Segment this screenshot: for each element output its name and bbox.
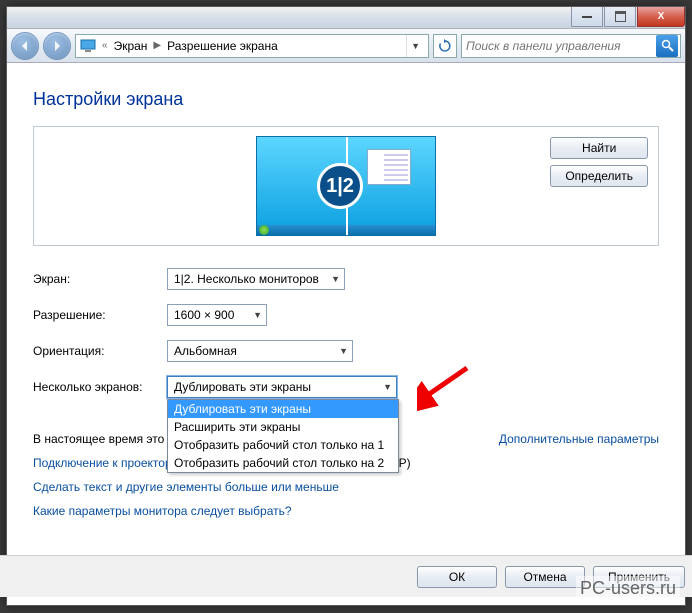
resolution-label: Разрешение: bbox=[33, 308, 167, 322]
chevron-icon: ▶ bbox=[151, 40, 163, 51]
monitor-number-badge: 1|2 bbox=[317, 163, 363, 209]
multiple-displays-value: Дублировать эти экраны bbox=[174, 380, 311, 394]
multiple-displays-combo[interactable]: Дублировать эти экраны ▼ Дублировать эти… bbox=[167, 376, 397, 398]
address-dropdown-icon[interactable]: ▼ bbox=[406, 35, 424, 57]
dropdown-option[interactable]: Отобразить рабочий стол только на 2 bbox=[168, 454, 398, 472]
breadcrumb-level-1[interactable]: Экран bbox=[114, 39, 148, 53]
titlebar: X bbox=[7, 7, 685, 29]
chevron-down-icon: ▼ bbox=[325, 274, 340, 284]
detect-button[interactable]: Определить bbox=[550, 165, 648, 187]
text-size-link[interactable]: Сделать текст и другие элементы больше и… bbox=[33, 480, 339, 494]
cancel-button[interactable]: Отмена bbox=[505, 566, 585, 588]
monitor-preview[interactable]: 1|2 bbox=[256, 136, 436, 236]
control-panel-window: X « Экран ▶ Разрешение экрана ▼ Настройк… bbox=[6, 6, 686, 606]
orientation-label: Ориентация: bbox=[33, 344, 167, 358]
display-preview-frame: 1|2 Найти Определить bbox=[33, 126, 659, 246]
content-area: Настройки экрана 1|2 Найти Определить Эк… bbox=[7, 63, 685, 538]
chevron-down-icon: ▼ bbox=[377, 382, 392, 392]
multiple-displays-label: Несколько экранов: bbox=[33, 380, 167, 394]
display-combo-value: 1|2. Несколько мониторов bbox=[174, 272, 319, 286]
address-bar[interactable]: « Экран ▶ Разрешение экрана ▼ bbox=[75, 34, 429, 58]
ok-button[interactable]: ОК bbox=[417, 566, 497, 588]
chevron-down-icon: ▼ bbox=[333, 346, 348, 356]
display-label: Экран: bbox=[33, 272, 167, 286]
back-button[interactable] bbox=[11, 32, 39, 60]
page-title: Настройки экрана bbox=[33, 89, 659, 110]
search-input[interactable] bbox=[466, 39, 656, 53]
orientation-combo-value: Альбомная bbox=[174, 344, 237, 358]
preview-start-icon bbox=[259, 225, 269, 235]
projector-link[interactable]: Подключение к проектору bbox=[33, 456, 178, 470]
search-box[interactable] bbox=[461, 34, 681, 58]
minimize-button[interactable] bbox=[571, 7, 603, 27]
breadcrumb-level-2[interactable]: Разрешение экрана bbox=[167, 39, 278, 53]
display-combo[interactable]: 1|2. Несколько мониторов ▼ bbox=[167, 268, 345, 290]
chevron-icon: « bbox=[100, 40, 110, 51]
resolution-combo-value: 1600 × 900 bbox=[174, 308, 234, 322]
orientation-combo[interactable]: Альбомная ▼ bbox=[167, 340, 353, 362]
dropdown-option[interactable]: Отобразить рабочий стол только на 1 bbox=[168, 436, 398, 454]
forward-button[interactable] bbox=[43, 32, 71, 60]
monitor-icon bbox=[80, 39, 96, 53]
resolution-combo[interactable]: 1600 × 900 ▼ bbox=[167, 304, 267, 326]
find-button[interactable]: Найти bbox=[550, 137, 648, 159]
preview-window-icon bbox=[367, 149, 411, 185]
search-button[interactable] bbox=[656, 35, 678, 57]
dropdown-option[interactable]: Дублировать эти экраны bbox=[168, 400, 398, 418]
dropdown-option[interactable]: Расширить эти экраны bbox=[168, 418, 398, 436]
multiple-displays-dropdown: Дублировать эти экраны Расширить эти экр… bbox=[167, 399, 399, 473]
advanced-settings-link[interactable]: Дополнительные параметры bbox=[499, 432, 659, 446]
close-button[interactable]: X bbox=[637, 7, 685, 27]
chevron-down-icon: ▼ bbox=[247, 310, 262, 320]
watermark: PC-users.ru bbox=[576, 576, 680, 601]
which-parameters-link[interactable]: Какие параметры монитора следует выбрать… bbox=[33, 504, 292, 518]
refresh-button[interactable] bbox=[433, 34, 457, 58]
maximize-button[interactable] bbox=[604, 7, 636, 27]
navigation-bar: « Экран ▶ Разрешение экрана ▼ bbox=[7, 29, 685, 63]
